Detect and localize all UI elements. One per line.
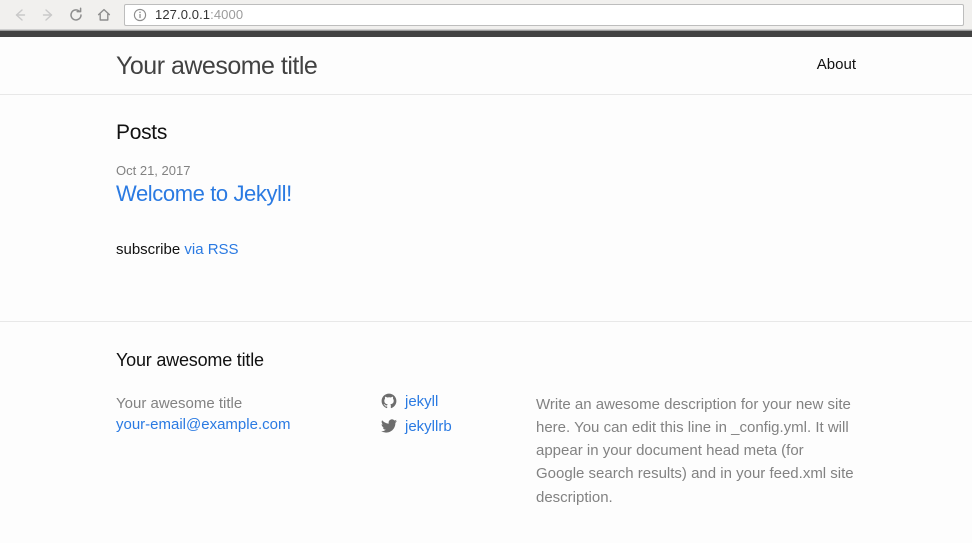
site-header: Your awesome title About	[0, 37, 972, 95]
footer-heading: Your awesome title	[116, 349, 264, 370]
arrow-left-icon	[11, 6, 29, 24]
post-date: Oct 21, 2017	[116, 163, 191, 178]
forward-button[interactable]	[34, 1, 62, 29]
url-text: 127.0.0.1:4000	[155, 7, 243, 22]
nav-link-about[interactable]: About	[817, 54, 856, 77]
url-port: :4000	[210, 7, 244, 22]
footer-social-column: jekyll jekyllrb	[381, 393, 536, 443]
reload-button[interactable]	[62, 1, 90, 29]
post-link[interactable]: Welcome to Jekyll!	[116, 180, 856, 209]
chrome-separator-bar	[0, 30, 972, 37]
footer-contact-column: Your awesome title your-email@example.co…	[116, 393, 381, 437]
github-icon	[381, 393, 397, 409]
social-list: jekyll jekyllrb	[381, 393, 536, 435]
reload-icon	[67, 6, 85, 24]
home-icon	[95, 6, 113, 24]
contact-email-link[interactable]: your-email@example.com	[116, 416, 290, 433]
page-title: Posts	[116, 121, 168, 144]
list-item: jekyll	[381, 393, 536, 410]
site-title[interactable]: Your awesome title	[116, 51, 318, 81]
rss-subscribe: subscribe via RSS	[116, 241, 856, 258]
contact-list: Your awesome title your-email@example.co…	[116, 393, 381, 437]
site-footer: Your awesome title Your awesome title yo…	[0, 320, 972, 509]
footer-columns: Your awesome title your-email@example.co…	[116, 393, 856, 509]
home-button[interactable]	[90, 1, 118, 29]
arrow-right-icon	[39, 6, 57, 24]
list-item: your-email@example.com	[116, 414, 381, 436]
browser-toolbar: 127.0.0.1:4000	[0, 0, 972, 30]
list-item: Oct 21, 2017 Welcome to Jekyll!	[116, 163, 856, 209]
list-item: jekyllrb	[381, 418, 536, 435]
page-content: Posts Oct 21, 2017 Welcome to Jekyll! su…	[0, 95, 972, 283]
footer-description-column: Write an awesome description for your ne…	[536, 393, 856, 509]
page-body: Your awesome title About Posts Oct 21, 2…	[0, 37, 972, 543]
social-link-github[interactable]: jekyll	[405, 393, 438, 410]
subscribe-label: subscribe	[116, 240, 181, 258]
site-nav: About	[817, 54, 856, 77]
twitter-icon	[381, 418, 397, 434]
rss-link[interactable]: via RSS	[184, 241, 238, 258]
social-link-twitter[interactable]: jekyllrb	[405, 418, 452, 435]
url-host: 127.0.0.1	[155, 7, 211, 22]
contact-name: Your awesome title	[116, 394, 243, 412]
info-circle-icon[interactable]	[133, 8, 147, 22]
address-bar[interactable]: 127.0.0.1:4000	[124, 3, 964, 26]
back-button[interactable]	[6, 1, 34, 29]
post-list: Oct 21, 2017 Welcome to Jekyll!	[116, 163, 856, 209]
footer-description: Write an awesome description for your ne…	[536, 395, 854, 506]
